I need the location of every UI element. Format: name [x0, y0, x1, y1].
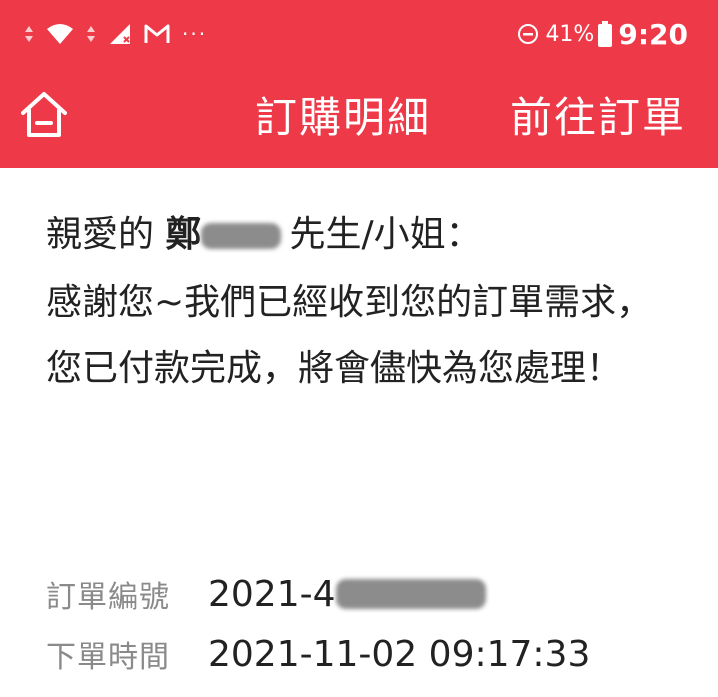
more-notifications-icon: ···	[182, 22, 208, 46]
wifi-icon	[46, 23, 74, 45]
greeting: 親愛的 鄭 先生/小姐：	[46, 200, 686, 270]
signal-arrows-icon	[24, 25, 34, 43]
status-bar: ··· 41% 9:20	[0, 0, 718, 70]
status-bar-right: 41% 9:20	[517, 14, 688, 54]
confirmation-message: 感謝您~我們已經收到您的訂單需求，您已付款完成，將會儘快為您處理！	[46, 282, 653, 389]
order-time-row: 下單時間 2021-11-02 09:17:33	[46, 624, 706, 684]
order-number-redaction	[335, 579, 486, 609]
name-redaction	[201, 223, 282, 249]
home-icon	[18, 88, 70, 140]
battery-percent: 41%	[545, 21, 595, 47]
greeting-suffix: 先生/小姐：	[289, 214, 482, 255]
network-arrows-icon	[86, 25, 96, 43]
order-time-value: 2021-11-02 09:17:33	[208, 633, 591, 675]
cell-signal-icon	[108, 23, 132, 45]
gmail-icon	[144, 24, 170, 44]
order-number-value: 2021-4	[208, 574, 486, 615]
order-time-label: 下單時間	[46, 640, 170, 675]
order-number-label: 訂單編號	[46, 580, 170, 615]
home-button[interactable]	[16, 84, 72, 144]
app-header: ··· 41% 9:20 訂購明細 前往訂單	[0, 0, 718, 168]
customer-name: 鄭	[165, 214, 202, 255]
message-section: 親愛的 鄭 先生/小姐： 感謝您~我們已經收到您的訂單需求，您已付款完成，將會儘快…	[46, 200, 686, 402]
greeting-prefix: 親愛的	[46, 214, 155, 255]
order-number-visible: 2021-4	[208, 573, 336, 615]
battery-icon	[598, 21, 613, 47]
nav-bar: 訂購明細 前往訂單	[0, 70, 718, 168]
go-to-orders-link[interactable]: 前往訂單	[510, 90, 686, 146]
page-title: 訂購明細	[255, 93, 432, 142]
clock: 9:20	[618, 17, 688, 51]
do-not-disturb-icon	[517, 23, 539, 45]
order-details: 訂單編號 2021-4 下單時間 2021-11-02 09:17:33	[46, 564, 706, 684]
order-number-row: 訂單編號 2021-4	[46, 564, 706, 624]
status-bar-left: ···	[24, 14, 207, 54]
